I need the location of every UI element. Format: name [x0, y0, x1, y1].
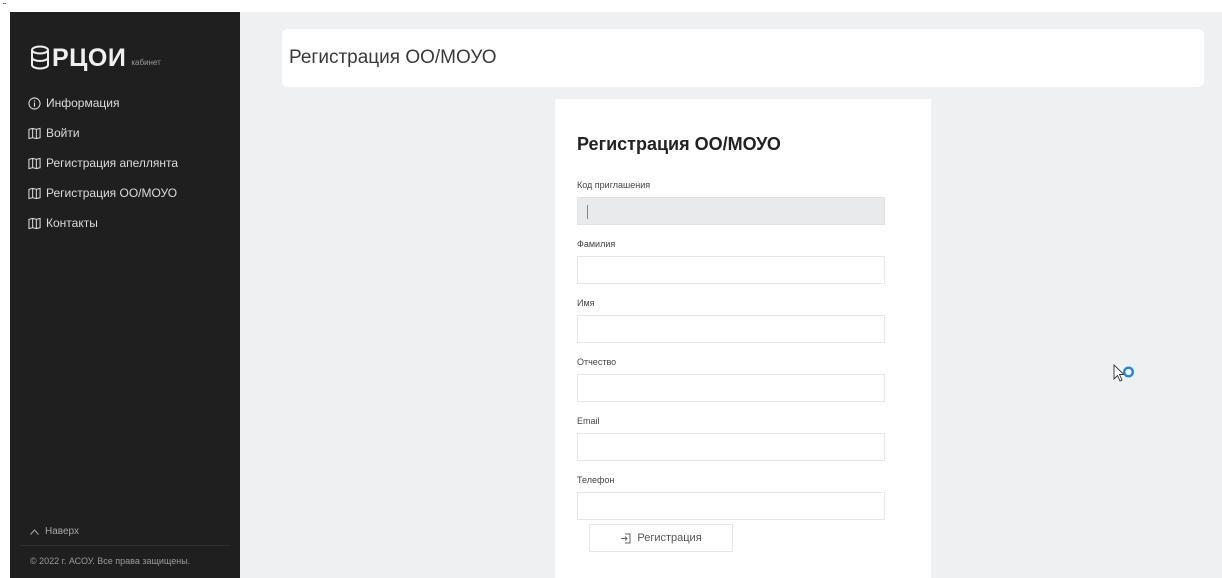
- sidebar-item-appellant-registration[interactable]: Регистрация апеллянта: [28, 148, 233, 178]
- top-strip: [0, 0, 1222, 12]
- invitation-code-input[interactable]: [577, 197, 885, 225]
- register-button[interactable]: Регистрация: [589, 524, 733, 552]
- busy-cursor-icon: [1113, 364, 1135, 382]
- copyright-text: © 2022 г. АСОУ. Все права защищены.: [30, 556, 191, 566]
- sidebar-item-label: Регистрация ОО/МОУО: [46, 186, 178, 200]
- sidebar-item-contacts[interactable]: Контакты: [28, 208, 233, 238]
- back-to-top-link[interactable]: Наверх: [30, 526, 79, 537]
- patronymic-input[interactable]: [577, 374, 885, 402]
- sidebar-item-oo-registration[interactable]: Регистрация ОО/МОУО: [28, 178, 233, 208]
- field-last-name: Фамилия: [577, 237, 885, 284]
- field-phone: Телефон: [577, 473, 885, 520]
- main-content: Регистрация ОО/МОУО Регистрация ОО/МОУО …: [240, 12, 1222, 578]
- register-button-label: Регистрация: [637, 532, 702, 544]
- sidebar-item-info[interactable]: Информация: [28, 88, 233, 118]
- brand-subtitle: кабинет: [131, 58, 161, 67]
- patronymic-label: Отчество: [577, 357, 617, 367]
- database-icon: [31, 45, 49, 70]
- footer-divider: [20, 545, 230, 546]
- last-name-label: Фамилия: [577, 239, 616, 249]
- sidebar-nav: Информация Войти Регистрация апеллянта Р…: [28, 88, 233, 238]
- sidebar-item-label: Информация: [46, 96, 120, 110]
- sidebar: РЦОИ кабинет Информация Войти Регистраци…: [10, 12, 240, 578]
- info-icon: [28, 96, 41, 110]
- sidebar-item-label: Регистрация апеллянта: [46, 156, 179, 170]
- field-first-name: Имя: [577, 296, 885, 343]
- sidebar-item-label: Контакты: [46, 216, 98, 230]
- field-email: Email: [577, 414, 885, 461]
- form-title: Регистрация ОО/МОУО: [577, 134, 781, 154]
- phone-input[interactable]: [577, 492, 885, 520]
- field-invitation-code: Код приглашения: [577, 178, 885, 225]
- field-patronymic: Отчество: [577, 355, 885, 402]
- top-dot: [3, 3, 6, 4]
- page-title: Регистрация ОО/МОУО: [289, 47, 497, 68]
- last-name-input[interactable]: [577, 256, 885, 284]
- first-name-input[interactable]: [577, 315, 885, 343]
- map-icon: [28, 127, 41, 139]
- registration-form-card: Регистрация ОО/МОУО Код приглашения Фами…: [555, 99, 931, 578]
- email-label: Email: [577, 416, 600, 426]
- page-header: Регистрация ОО/МОУО: [282, 29, 1204, 87]
- email-input[interactable]: [577, 433, 885, 461]
- map-icon: [28, 217, 41, 229]
- map-icon: [28, 157, 41, 169]
- map-icon: [28, 187, 41, 199]
- sign-in-icon: [621, 533, 631, 543]
- phone-label: Телефон: [577, 475, 615, 485]
- brand-name: РЦОИ: [52, 43, 127, 72]
- sidebar-item-label: Войти: [46, 126, 80, 140]
- text-caret: [587, 205, 588, 219]
- brand-logo[interactable]: РЦОИ кабинет: [30, 40, 161, 76]
- first-name-label: Имя: [577, 298, 595, 308]
- back-to-top-label: Наверх: [45, 526, 79, 537]
- invitation-code-label: Код приглашения: [577, 180, 651, 190]
- chevron-up-icon: [30, 528, 39, 535]
- sidebar-item-login[interactable]: Войти: [28, 118, 233, 148]
